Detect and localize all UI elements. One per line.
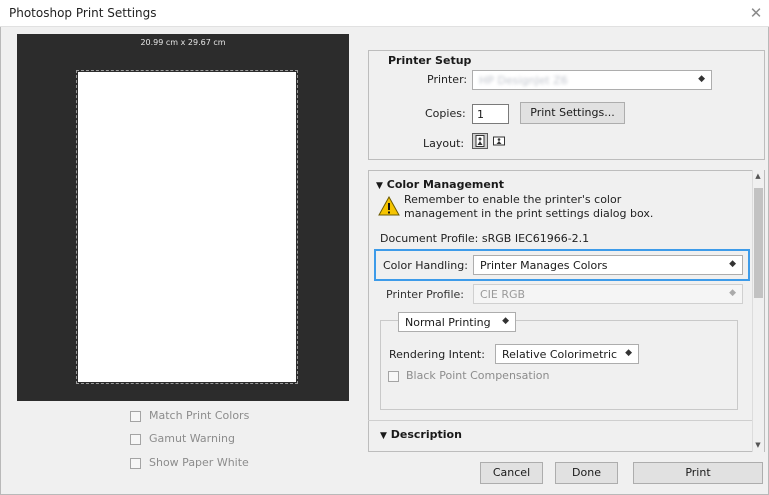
- copies-input[interactable]: 1: [472, 104, 509, 124]
- show-paper-white-label: Show Paper White: [149, 456, 249, 469]
- cancel-button[interactable]: Cancel: [480, 462, 543, 484]
- color-handling-value: Printer Manages Colors: [480, 259, 608, 272]
- landscape-layout-icon[interactable]: [491, 133, 507, 149]
- print-settings-button[interactable]: Print Settings...: [520, 102, 625, 124]
- printing-options-group: [380, 320, 738, 410]
- printer-select[interactable]: HP DesignJet Z6 ◆: [472, 70, 712, 90]
- copies-label: Copies:: [425, 107, 466, 120]
- printer-label: Printer:: [427, 73, 468, 86]
- gamut-warning-label: Gamut Warning: [149, 432, 235, 445]
- warning-icon: [378, 195, 400, 216]
- collapse-triangle-icon: ▼: [376, 181, 383, 191]
- rendering-intent-select[interactable]: Relative Colorimetric ◆: [495, 344, 639, 364]
- select-arrow-icon: ◆: [502, 316, 509, 326]
- description-title: Description: [390, 428, 462, 441]
- warning-text-line2: management in the print settings dialog …: [404, 207, 654, 220]
- done-button[interactable]: Done: [555, 462, 618, 484]
- warning-text-line1: Remember to enable the printer's color: [404, 193, 622, 206]
- printer-profile-select[interactable]: CIE RGB ◆: [473, 284, 743, 304]
- select-arrow-icon: ◆: [698, 74, 705, 84]
- print-button[interactable]: Print: [633, 462, 763, 484]
- normal-printing-value: Normal Printing: [405, 316, 491, 329]
- black-point-compensation-checkbox[interactable]: [388, 371, 399, 382]
- scroll-up-icon[interactable]: ▲: [752, 172, 764, 180]
- match-print-colors-checkbox[interactable]: [130, 411, 141, 422]
- color-handling-label: Color Handling:: [383, 259, 468, 272]
- printer-profile-label: Printer Profile:: [386, 288, 464, 301]
- scrollbar-thumb[interactable]: [754, 188, 763, 298]
- divider: [368, 420, 752, 421]
- window-title: Photoshop Print Settings: [9, 6, 157, 20]
- printer-value: HP DesignJet Z6: [479, 74, 568, 87]
- black-point-compensation-label: Black Point Compensation: [406, 369, 550, 382]
- paper-preview: [76, 70, 298, 384]
- match-print-colors-label: Match Print Colors: [149, 409, 250, 422]
- rendering-intent-value: Relative Colorimetric: [502, 348, 618, 361]
- select-arrow-icon: ◆: [729, 288, 736, 298]
- scroll-down-icon[interactable]: ▼: [752, 441, 764, 449]
- printer-profile-value: CIE RGB: [480, 288, 526, 301]
- document-profile-text: Document Profile: sRGB IEC61966-2.1: [380, 232, 590, 245]
- collapse-triangle-icon: ▼: [380, 431, 387, 441]
- select-arrow-icon: ◆: [625, 348, 632, 358]
- close-icon[interactable]: ✕: [748, 4, 764, 22]
- color-handling-select[interactable]: Printer Manages Colors ◆: [473, 255, 743, 275]
- normal-printing-select[interactable]: Normal Printing ◆: [398, 312, 516, 332]
- paper-size-label: 20.99 cm x 29.67 cm: [140, 38, 226, 47]
- layout-label: Layout:: [423, 137, 465, 150]
- gamut-warning-checkbox[interactable]: [130, 434, 141, 445]
- portrait-layout-icon[interactable]: [472, 133, 488, 149]
- rendering-intent-label: Rendering Intent:: [389, 348, 485, 361]
- select-arrow-icon: ◆: [729, 259, 736, 269]
- description-header[interactable]: ▼ Description: [380, 428, 462, 441]
- show-paper-white-checkbox[interactable]: [130, 458, 141, 469]
- printer-setup-header: Printer Setup: [388, 54, 472, 67]
- color-management-title: Color Management: [386, 178, 504, 191]
- color-management-header[interactable]: ▼ Color Management: [376, 178, 504, 191]
